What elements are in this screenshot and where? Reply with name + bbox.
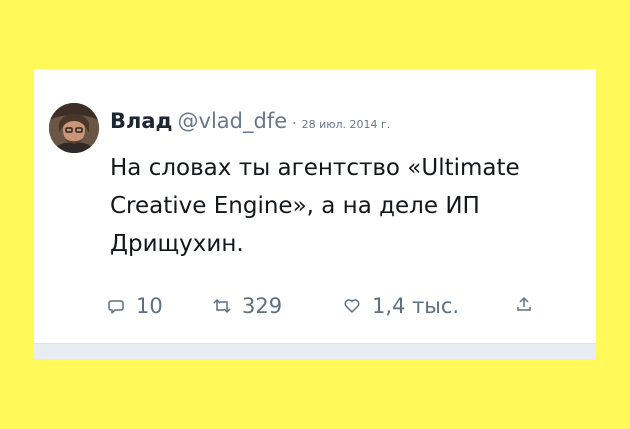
avatar[interactable] bbox=[49, 103, 99, 153]
like-button[interactable]: 1,4 тыс. bbox=[342, 294, 459, 318]
tweet-text: На словах ты агентство «Ultimate Creativ… bbox=[110, 155, 520, 257]
retweet-icon bbox=[212, 296, 232, 316]
reply-count: 10 bbox=[136, 294, 163, 318]
card-footer-divider bbox=[34, 343, 596, 359]
tweet-card: Влад @vlad_dfe · 28 июл. 2014 г. На слов… bbox=[34, 69, 596, 359]
retweet-button[interactable]: 329 bbox=[212, 294, 282, 318]
retweet-count: 329 bbox=[242, 294, 283, 318]
author-handle[interactable]: @vlad_dfe bbox=[178, 109, 288, 133]
like-count: 1,4 тыс. bbox=[372, 294, 460, 318]
heart-icon bbox=[342, 296, 362, 316]
share-button[interactable] bbox=[514, 294, 544, 314]
tweet-actions: 10 329 1,4 тыс. bbox=[106, 294, 546, 324]
separator-dot: · bbox=[292, 116, 297, 132]
author-name[interactable]: Влад bbox=[110, 109, 173, 133]
share-icon bbox=[514, 294, 534, 314]
tweet-date[interactable]: 28 июл. 2014 г. bbox=[302, 118, 391, 131]
reply-bubble-icon bbox=[106, 296, 126, 316]
tweet-header: Влад @vlad_dfe · 28 июл. 2014 г. bbox=[110, 109, 390, 133]
reply-button[interactable]: 10 bbox=[106, 294, 163, 318]
